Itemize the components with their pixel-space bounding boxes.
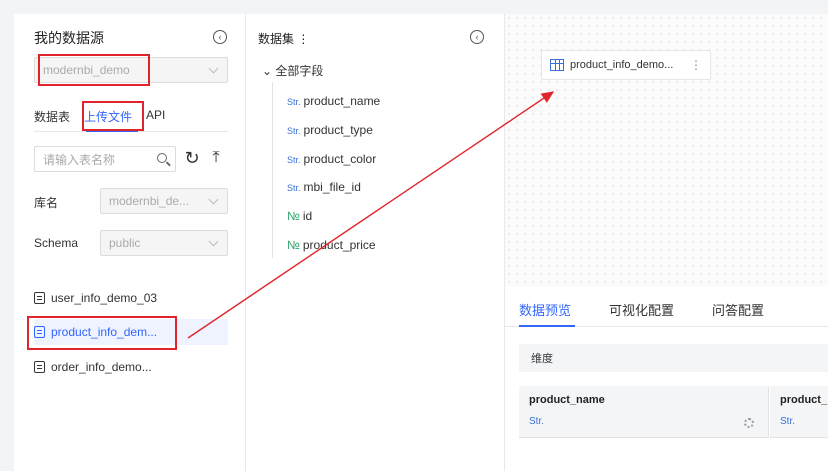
preview-tabs: 数据预览 可视化配置 问答配置 [519,300,764,319]
model-panel: product_info_demo... ⋮ 数据预览 可视化配置 问答配置 维… [505,14,828,471]
field-item[interactable]: Str. product_name [287,94,380,108]
file-item-label: user_info_demo_03 [51,291,158,305]
chevron-down-icon [208,194,219,205]
file-icon [34,361,45,373]
tab-qa-config[interactable]: 问答配置 [712,300,764,319]
tree-root[interactable]: ⌄ 全部字段 [262,62,323,79]
column-name: product_name [529,394,605,406]
field-name: product_type [303,123,373,137]
table-icon [550,59,564,71]
file-item-label: order_info_demo... [51,360,152,374]
panel-title: 我的数据源 [34,30,104,46]
number-type-icon: № [287,238,300,252]
column-type: Str. [780,416,796,427]
table-node-label: product_info_demo... [570,59,674,71]
gear-icon[interactable] [744,418,754,428]
file-item[interactable]: user_info_demo_03 [34,285,228,311]
search-icon[interactable] [157,153,167,163]
field-name: product_name [303,94,381,108]
highlight-box-source [38,54,150,86]
dataset-panel: 数据集 ⋮ ‹ ⌄ 全部字段 Str. product_name Str. pr… [246,14,505,471]
schema-select-value: public [109,236,141,250]
column-header[interactable]: product_name Str. [519,386,769,438]
tab-tables[interactable]: 数据表 [34,108,70,131]
chevron-down-icon [208,63,219,74]
column-type: Str. [529,416,545,427]
tree-guide-line [272,82,273,258]
refresh-icon[interactable]: ↻ [182,146,202,170]
field-item[interactable]: Str. product_type [287,123,373,137]
field-name: product_color [303,152,377,166]
table-search-input[interactable]: 请输入表名称 [34,146,176,172]
field-name: product_price [302,238,376,252]
column-name: product_ [780,394,828,406]
highlight-box-upload-tab [82,101,144,131]
field-name: mbi_file_id [303,180,361,194]
dataset-title-text: 数据集 [258,32,295,46]
db-label: 库名 [34,196,59,210]
tab-api[interactable]: API [146,108,165,131]
table-node[interactable]: product_info_demo... ⋮ [541,50,711,80]
tab-data-preview[interactable]: 数据预览 [519,300,571,319]
collapse-middle-icon[interactable]: ‹ [470,30,484,44]
db-select-value: modernbi_de... [109,194,190,208]
string-type-icon: Str. [287,183,301,193]
file-icon [34,292,45,304]
field-name: id [302,209,313,223]
chevron-down-icon [208,236,219,247]
field-item[interactable]: Str. mbi_file_id [287,180,361,194]
highlight-box-file [27,316,177,350]
dataset-title: 数据集 ⋮ [258,30,309,47]
string-type-icon: Str. [287,97,301,107]
upload-icon[interactable]: ⤒ [206,146,226,170]
field-item[interactable]: Str. product_color [287,152,376,166]
more-icon[interactable]: ⋮ [297,32,309,46]
field-item[interactable]: № product_price [287,238,376,252]
model-canvas[interactable]: product_info_demo... ⋮ [505,14,828,286]
tab-visual-config[interactable]: 可视化配置 [609,300,674,319]
more-icon[interactable]: ⋮ [690,58,702,72]
file-item[interactable]: order_info_demo... [34,354,228,380]
field-item[interactable]: № id [287,209,312,223]
dimension-header: 维度 [519,344,828,372]
search-placeholder: 请输入表名称 [43,152,116,167]
chevron-down-icon: ⌄ [262,64,273,78]
active-tab-indicator [519,325,575,327]
string-type-icon: Str. [287,155,301,165]
number-type-icon: № [287,209,300,223]
column-header[interactable]: product_ Str. [770,386,828,438]
collapse-left-icon[interactable]: ‹ [213,30,227,44]
schema-select[interactable]: public [100,230,228,256]
tree-root-label: 全部字段 [275,64,324,78]
string-type-icon: Str. [287,126,301,136]
schema-label: Schema [34,236,79,250]
db-select[interactable]: modernbi_de... [100,188,228,214]
